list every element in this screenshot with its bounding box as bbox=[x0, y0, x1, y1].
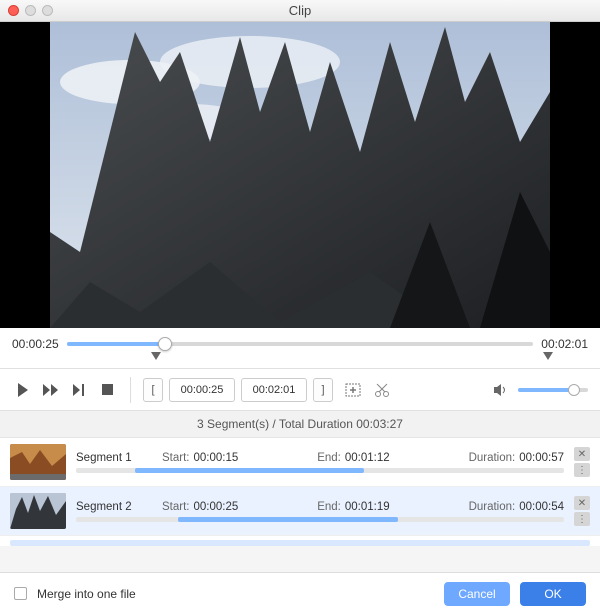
preview-frame-image bbox=[50, 22, 550, 328]
out-point-field[interactable]: 00:02:01 bbox=[241, 378, 307, 402]
start-label: Start: bbox=[162, 452, 189, 464]
in-point-field[interactable]: 00:00:25 bbox=[169, 378, 235, 402]
window-titlebar: Clip bbox=[0, 0, 600, 22]
segment-row[interactable]: Segment 1 Start: 00:00:15 End: 00:01:12 Durat… bbox=[0, 438, 600, 487]
set-out-point-button[interactable]: ] bbox=[313, 378, 333, 402]
duration-label: Duration: bbox=[469, 501, 516, 513]
duration-label: Duration: bbox=[469, 452, 516, 464]
set-in-point-button[interactable]: [ bbox=[143, 378, 163, 402]
merge-checkbox[interactable] bbox=[14, 587, 27, 600]
segment-range-bar[interactable] bbox=[76, 517, 564, 522]
volume-icon[interactable] bbox=[490, 379, 512, 401]
segment-end: 00:01:12 bbox=[345, 452, 390, 464]
segment-row-partial bbox=[10, 540, 590, 546]
dialog-footer: Merge into one file Cancel OK bbox=[0, 572, 600, 614]
stop-button[interactable] bbox=[96, 379, 118, 401]
segment-actions: ✕⋮ bbox=[574, 496, 590, 526]
seek-slider[interactable] bbox=[67, 336, 534, 352]
timeline-panel: 00:00:25 00:02:01 bbox=[0, 328, 600, 369]
delete-segment-button[interactable]: ✕ bbox=[574, 447, 590, 461]
cut-button[interactable] bbox=[371, 379, 393, 401]
segment-name: Segment 2 bbox=[76, 501, 154, 513]
window-title: Clip bbox=[0, 3, 600, 18]
total-time-label: 00:02:01 bbox=[541, 337, 588, 351]
segment-range-bar[interactable] bbox=[76, 468, 564, 473]
segment-actions: ✕⋮ bbox=[574, 447, 590, 477]
separator bbox=[130, 377, 131, 403]
segment-duration: 00:00:57 bbox=[519, 452, 564, 464]
end-label: End: bbox=[317, 501, 341, 513]
segment-info: Segment 2 Start: 00:00:25 End: 00:01:19 Durat… bbox=[76, 501, 564, 522]
segment-thumbnail bbox=[10, 444, 66, 480]
segment-start: 00:00:25 bbox=[193, 501, 238, 513]
segment-duration: 00:00:54 bbox=[519, 501, 564, 513]
current-time-label: 00:00:25 bbox=[12, 337, 59, 351]
trim-markers[interactable] bbox=[52, 352, 548, 366]
delete-segment-button[interactable]: ✕ bbox=[574, 496, 590, 510]
segments-summary: 3 Segment(s) / Total Duration 00:03:27 bbox=[0, 411, 600, 438]
segment-list: Segment 1 Start: 00:00:15 End: 00:01:12 Durat… bbox=[0, 438, 600, 546]
add-segment-button[interactable] bbox=[343, 379, 365, 401]
segment-start: 00:00:15 bbox=[193, 452, 238, 464]
ok-button[interactable]: OK bbox=[520, 582, 586, 606]
out-marker[interactable] bbox=[543, 352, 553, 360]
reorder-segment-button[interactable]: ⋮ bbox=[574, 463, 590, 477]
segment-info: Segment 1 Start: 00:00:15 End: 00:01:12 Durat… bbox=[76, 452, 564, 473]
video-preview[interactable] bbox=[0, 22, 600, 328]
volume-control bbox=[490, 379, 588, 401]
cancel-button[interactable]: Cancel bbox=[444, 582, 510, 606]
next-clip-button[interactable] bbox=[68, 379, 90, 401]
end-label: End: bbox=[317, 452, 341, 464]
volume-slider[interactable] bbox=[518, 388, 588, 392]
in-marker[interactable] bbox=[151, 352, 161, 360]
fast-forward-button[interactable] bbox=[40, 379, 62, 401]
minimize-window-button[interactable] bbox=[25, 5, 36, 16]
merge-label: Merge into one file bbox=[37, 587, 136, 601]
play-button[interactable] bbox=[12, 379, 34, 401]
segment-name: Segment 1 bbox=[76, 452, 154, 464]
playback-controls: [ 00:00:25 00:02:01 ] bbox=[0, 369, 600, 411]
zoom-window-button[interactable] bbox=[42, 5, 53, 16]
segment-thumbnail bbox=[10, 493, 66, 529]
reorder-segment-button[interactable]: ⋮ bbox=[574, 512, 590, 526]
close-window-button[interactable] bbox=[8, 5, 19, 16]
segment-row[interactable]: Segment 2 Start: 00:00:25 End: 00:01:19 Durat… bbox=[0, 487, 600, 536]
window-controls bbox=[8, 5, 53, 16]
segment-end: 00:01:19 bbox=[345, 501, 390, 513]
start-label: Start: bbox=[162, 501, 189, 513]
